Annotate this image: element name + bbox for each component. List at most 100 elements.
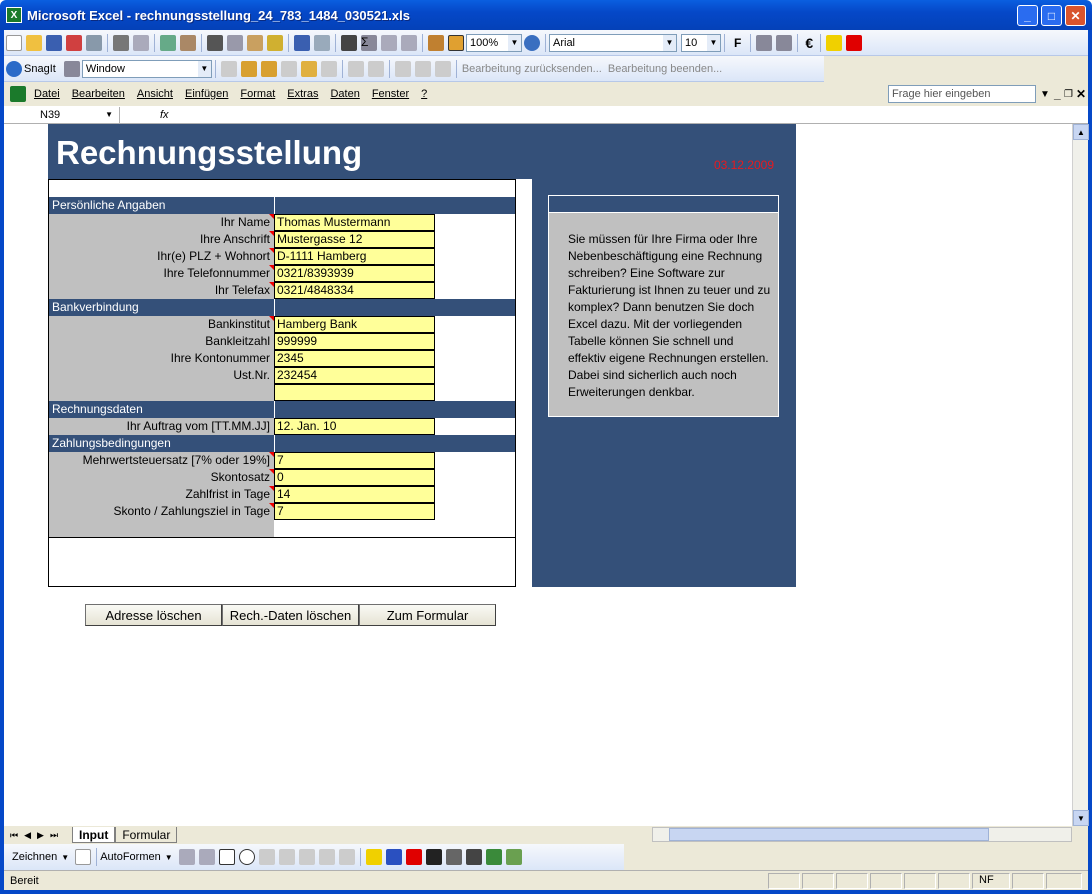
- print-preview-icon[interactable]: [133, 34, 149, 51]
- sort-desc-icon[interactable]: [401, 34, 417, 51]
- menu-bearbeiten[interactable]: Bearbeiten: [72, 88, 125, 100]
- 3d-icon[interactable]: [505, 849, 522, 865]
- autoshapes-menu[interactable]: AutoFormen: [100, 851, 161, 863]
- arrow-icon[interactable]: [198, 849, 215, 865]
- review-icon-7[interactable]: [347, 60, 364, 77]
- review-icon-2[interactable]: [240, 60, 257, 77]
- clear-invoice-button[interactable]: Rech.-Daten löschen: [222, 604, 359, 626]
- menu-ansicht[interactable]: Ansicht: [137, 88, 173, 100]
- snagit-icon[interactable]: [6, 60, 22, 77]
- review-icon-11[interactable]: [434, 60, 451, 77]
- menu-format[interactable]: Format: [240, 88, 275, 100]
- fax-input[interactable]: 0321/4848334: [274, 282, 435, 299]
- research-icon[interactable]: [180, 34, 196, 51]
- menu-einfuegen[interactable]: Einfügen: [185, 88, 228, 100]
- menu-help[interactable]: ?: [421, 88, 427, 100]
- bold-button[interactable]: F: [734, 36, 741, 50]
- end-review-button[interactable]: Bearbeitung beenden...: [608, 63, 722, 75]
- euro-button[interactable]: €: [805, 35, 813, 51]
- review-icon-3[interactable]: [260, 60, 277, 77]
- prev-sheet-icon[interactable]: ◀: [24, 830, 31, 841]
- phone-input[interactable]: 0321/8393939: [274, 265, 435, 282]
- menu-fenster[interactable]: Fenster: [372, 88, 409, 100]
- scroll-down-icon[interactable]: ▼: [1073, 810, 1089, 826]
- review-icon-4[interactable]: [280, 60, 297, 77]
- email-icon[interactable]: [86, 34, 102, 51]
- open-icon[interactable]: [26, 34, 42, 51]
- wordart-icon[interactable]: [278, 849, 295, 865]
- line-color-icon[interactable]: [385, 849, 402, 865]
- name-box[interactable]: N39 ▼: [4, 106, 120, 123]
- rectangle-icon[interactable]: [218, 849, 235, 865]
- chevron-down-icon[interactable]: ▼: [197, 60, 211, 77]
- hyperlink-icon[interactable]: [341, 34, 357, 51]
- vertical-scrollbar[interactable]: ▲ ▼: [1072, 124, 1089, 826]
- align-center-icon[interactable]: [776, 34, 793, 51]
- chevron-down-icon[interactable]: ▼: [105, 107, 113, 123]
- doc-restore-button[interactable]: ❐: [1064, 89, 1073, 100]
- vat-id-input[interactable]: 232454: [274, 367, 435, 384]
- redo-icon[interactable]: [314, 34, 330, 51]
- drawing-icon[interactable]: [448, 34, 464, 51]
- align-left-icon[interactable]: [756, 34, 773, 51]
- to-form-button[interactable]: Zum Formular: [359, 604, 496, 626]
- font-select[interactable]: Arial ▼: [549, 33, 677, 52]
- save-icon[interactable]: [46, 34, 62, 51]
- name-input[interactable]: Thomas Mustermann: [274, 214, 435, 231]
- minimize-button[interactable]: _: [1017, 5, 1038, 26]
- review-icon-5[interactable]: [300, 60, 317, 77]
- textbox-icon[interactable]: [258, 849, 275, 865]
- dash-style-icon[interactable]: [445, 849, 462, 865]
- clear-address-button[interactable]: Adresse löschen: [85, 604, 222, 626]
- scroll-up-icon[interactable]: ▲: [1073, 124, 1089, 140]
- review-icon-1[interactable]: [220, 60, 237, 77]
- close-button[interactable]: ✕: [1065, 5, 1086, 26]
- spellcheck-icon[interactable]: [160, 34, 176, 51]
- scroll-thumb[interactable]: [669, 828, 989, 841]
- oval-icon[interactable]: [238, 849, 255, 865]
- vat-rate-input[interactable]: 7: [274, 452, 435, 469]
- help-icon[interactable]: [524, 34, 540, 51]
- send-review-button[interactable]: Bearbeitung zurücksenden...: [462, 63, 602, 75]
- doc-minimize-button[interactable]: _: [1054, 87, 1061, 101]
- permission-icon[interactable]: [66, 34, 82, 51]
- horizontal-scrollbar[interactable]: [652, 827, 1072, 842]
- review-icon-10[interactable]: [414, 60, 431, 77]
- print-icon[interactable]: [113, 34, 129, 51]
- new-icon[interactable]: [6, 34, 22, 51]
- empty-input[interactable]: [274, 384, 435, 401]
- ask-question-input[interactable]: Frage hier eingeben: [888, 85, 1036, 103]
- chevron-down-icon[interactable]: ▼: [707, 34, 720, 51]
- autosum-icon[interactable]: Σ: [361, 34, 377, 51]
- chevron-down-icon[interactable]: ▼: [663, 34, 676, 51]
- shadow-icon[interactable]: [485, 849, 502, 865]
- line-style-icon[interactable]: [425, 849, 442, 865]
- order-date-input[interactable]: 12. Jan. 10: [274, 418, 435, 435]
- payment-term-input[interactable]: 14: [274, 486, 435, 503]
- review-icon-6[interactable]: [320, 60, 337, 77]
- font-color-icon[interactable]: [405, 849, 422, 865]
- paste-icon[interactable]: [247, 34, 263, 51]
- clipart-icon[interactable]: [318, 849, 335, 865]
- font-size-select[interactable]: 10 ▼: [681, 33, 721, 52]
- doc-close-button[interactable]: ✕: [1076, 87, 1086, 101]
- cut-icon[interactable]: [207, 34, 223, 51]
- dropdown-icon[interactable]: ▼: [1040, 89, 1050, 100]
- picture-icon[interactable]: [338, 849, 355, 865]
- snagit-settings-icon[interactable]: [63, 60, 80, 77]
- workbook-icon[interactable]: [10, 86, 26, 102]
- review-icon-8[interactable]: [367, 60, 384, 77]
- snagit-mode-select[interactable]: Window ▼: [81, 59, 212, 78]
- sort-asc-icon[interactable]: [381, 34, 397, 51]
- chevron-down-icon[interactable]: ▼: [165, 853, 173, 862]
- copy-icon[interactable]: [227, 34, 243, 51]
- menu-datei[interactable]: Datei: [34, 88, 60, 100]
- next-sheet-icon[interactable]: ▶: [37, 830, 44, 841]
- bank-code-input[interactable]: 999999: [274, 333, 435, 350]
- line-icon[interactable]: [178, 849, 195, 865]
- chevron-down-icon[interactable]: ▼: [508, 34, 521, 51]
- menu-daten[interactable]: Daten: [330, 88, 359, 100]
- address-input[interactable]: Mustergasse 12: [274, 231, 435, 248]
- format-painter-icon[interactable]: [267, 34, 283, 51]
- fill-color-icon[interactable]: [365, 849, 382, 865]
